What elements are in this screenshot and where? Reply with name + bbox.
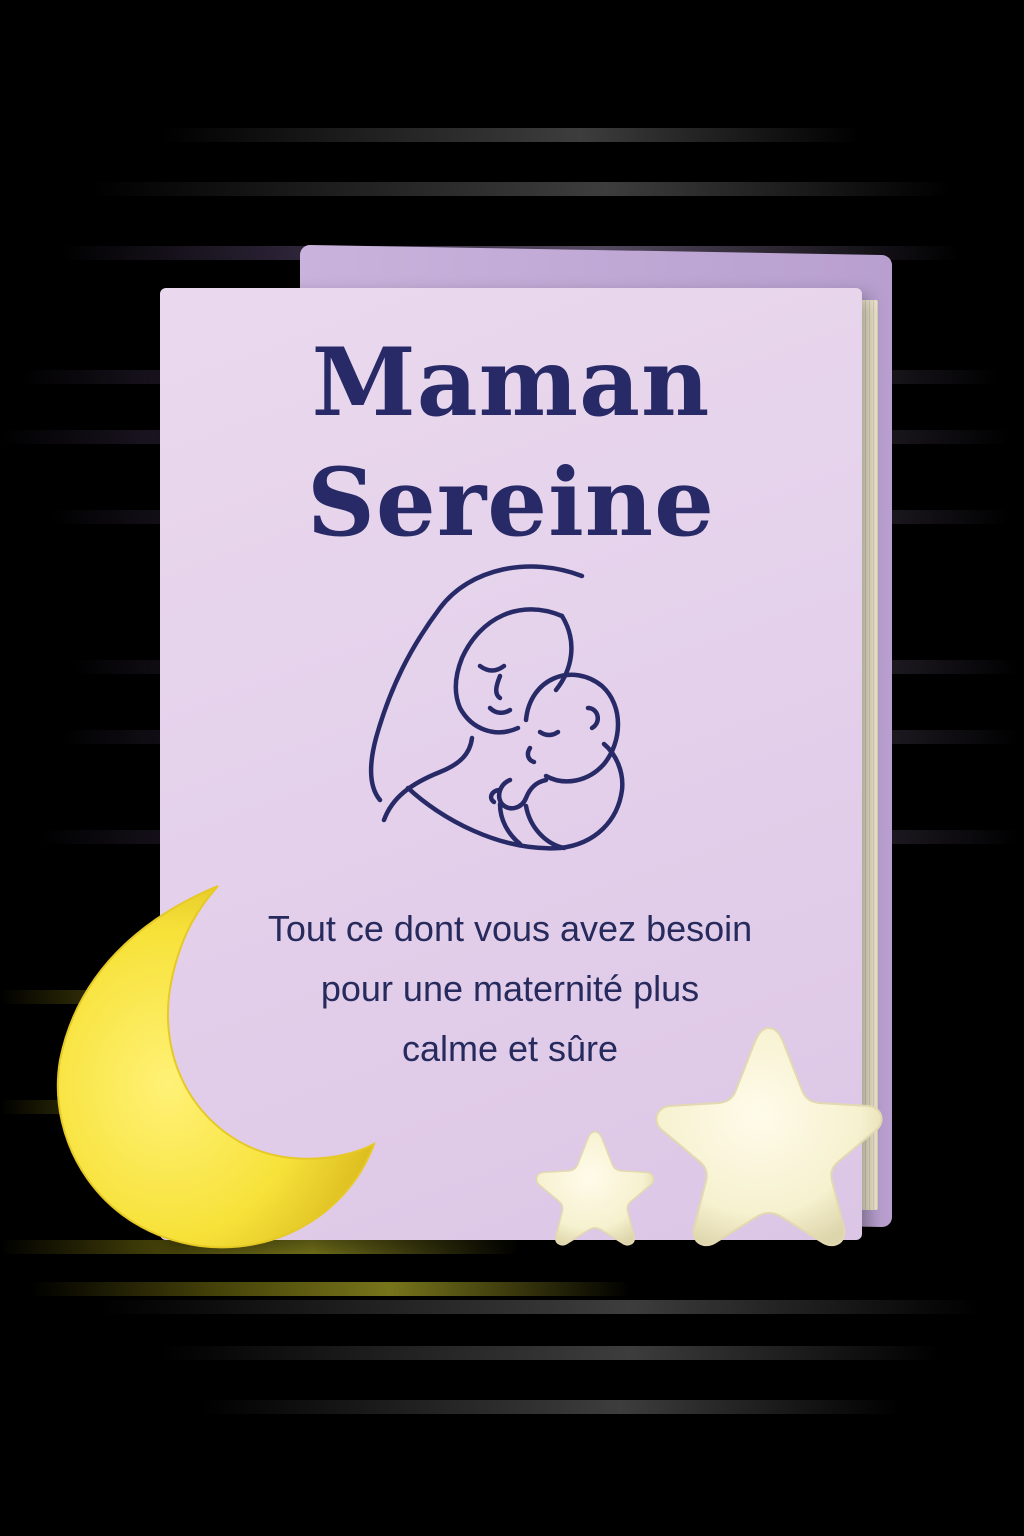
book-mockup-stage: Maman Sereine Tout ce dont vous avez bes… — [0, 0, 1024, 1536]
book-title-line-2: Sereine — [307, 448, 715, 558]
background-streak — [30, 1282, 630, 1296]
star-icon — [655, 1026, 883, 1247]
mother-holding-baby-icon — [368, 564, 625, 851]
background-streak — [90, 182, 950, 196]
crescent-moon-icon — [56, 885, 376, 1249]
book-title-line-1: Maman — [311, 328, 711, 438]
background-streak — [160, 1346, 940, 1360]
star-icon — [535, 1131, 655, 1246]
background-streak — [100, 1300, 980, 1314]
background-streak — [200, 1400, 900, 1414]
background-streak — [160, 128, 860, 142]
